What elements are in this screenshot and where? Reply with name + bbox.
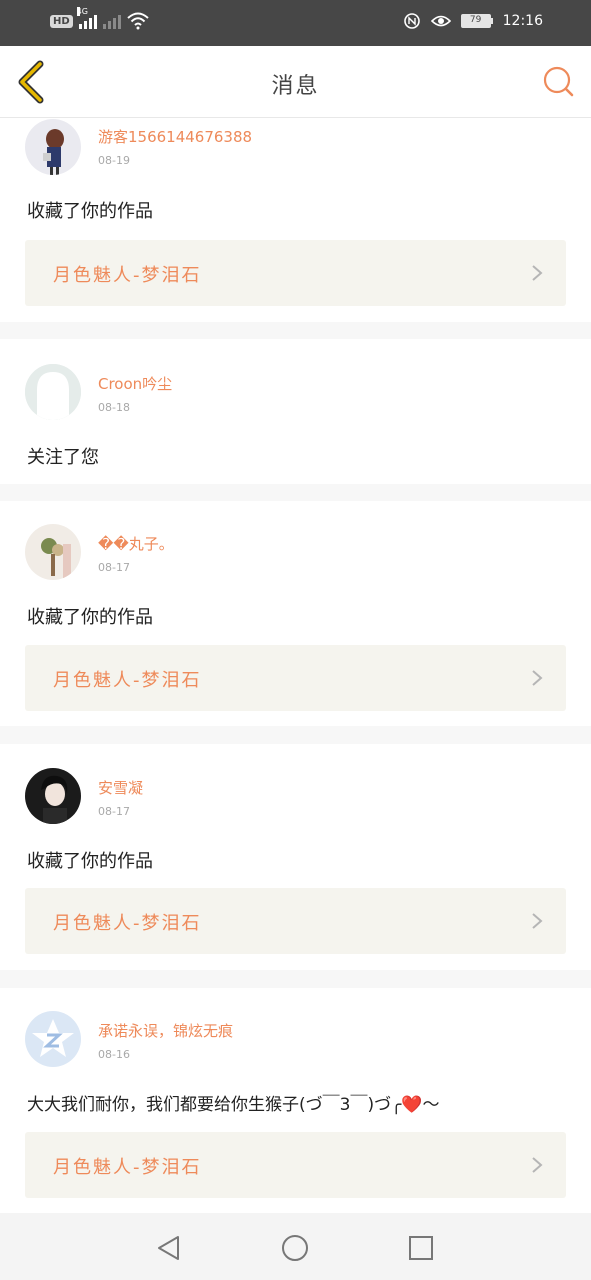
cellular-signal-2-icon [102,13,121,29]
status-bar: HD 4G 79 12:16 [0,0,591,46]
nfc-icon [403,13,420,29]
username[interactable]: Croon吟尘 [98,373,172,394]
message-date: 08-16 [98,1048,130,1061]
message-text: 大大我们耐你，我们都要给你生猴子(づ￣3￣)づ╭❤️～ [27,1095,440,1115]
username[interactable]: 游客1566144676388 [98,126,252,147]
battery-icon: 79 [460,14,493,28]
chevron-right-icon [532,913,543,929]
page-title: 消息 [271,74,320,99]
system-nav-bar [0,1213,591,1280]
message-card[interactable]: 游客1566144676388 08-19 收藏了你的作品 月色魅人-梦泪石 [0,118,591,322]
username[interactable]: 安雪凝 [98,777,143,798]
avatar-image [25,768,81,824]
work-title: 月色魅人-梦泪石 [53,265,202,286]
message-card[interactable]: Croon吟尘 08-18 关注了您 [0,339,591,484]
message-card[interactable]: ��丸子。 08-17 收藏了你的作品 月色魅人-梦泪石 [0,501,591,726]
qq-default-avatar-icon [25,1011,81,1067]
eye-comfort-icon [430,15,451,27]
chevron-right-icon [532,1157,543,1173]
message-date: 08-18 [98,401,130,414]
work-link[interactable]: 月色魅人-梦泪石 [25,645,566,711]
message-feed[interactable]: 游客1566144676388 08-19 收藏了你的作品 月色魅人-梦泪石 C… [0,118,591,1213]
avatar-image [25,119,81,175]
message-date: 08-19 [98,154,130,167]
message-date: 08-17 [98,561,130,574]
avatar[interactable] [25,768,81,824]
message-card[interactable]: 承诺永误，锦炫无痕 08-16 大大我们耐你，我们都要给你生猴子(づ￣3￣)づ╭… [0,988,591,1213]
work-title: 月色魅人-梦泪石 [53,913,202,934]
nav-home-button[interactable] [280,1233,310,1263]
avatar[interactable] [25,1011,81,1067]
avatar[interactable] [25,524,81,580]
message-text: 收藏了你的作品 [27,607,153,628]
chevron-right-icon [532,670,543,686]
default-avatar-icon [25,364,81,420]
work-link[interactable]: 月色魅人-梦泪石 [25,1132,566,1198]
chevron-right-icon [532,265,543,281]
avatar[interactable] [25,119,81,175]
message-card[interactable]: 安雪凝 08-17 收藏了你的作品 月色魅人-梦泪石 [0,744,591,970]
battery-level: 79 [460,14,491,28]
username[interactable]: 承诺永误，锦炫无痕 [98,1020,233,1041]
avatar[interactable] [25,364,81,420]
message-text: 收藏了你的作品 [27,201,153,222]
message-text: 关注了您 [27,447,99,468]
avatar-image [25,524,81,580]
work-link[interactable]: 月色魅人-梦泪石 [25,240,566,306]
username[interactable]: ��丸子。 [98,533,174,554]
network-type-label: 4G [76,7,88,16]
work-title: 月色魅人-梦泪石 [53,1157,202,1178]
wifi-icon [127,12,149,30]
message-date: 08-17 [98,805,130,818]
hd-badge: HD [50,14,73,28]
work-title: 月色魅人-梦泪石 [53,670,202,691]
message-text: 收藏了你的作品 [27,851,153,872]
cellular-signal-icon: 4G [76,7,97,29]
nav-recents-button[interactable] [406,1233,436,1263]
clock: 12:16 [502,13,543,29]
status-left: HD 4G [50,7,149,30]
app-header: 消息 [0,46,591,118]
status-right: 79 12:16 [403,12,543,30]
nav-back-button[interactable] [154,1233,184,1263]
search-icon[interactable] [541,64,575,98]
work-link[interactable]: 月色魅人-梦泪石 [25,888,566,954]
